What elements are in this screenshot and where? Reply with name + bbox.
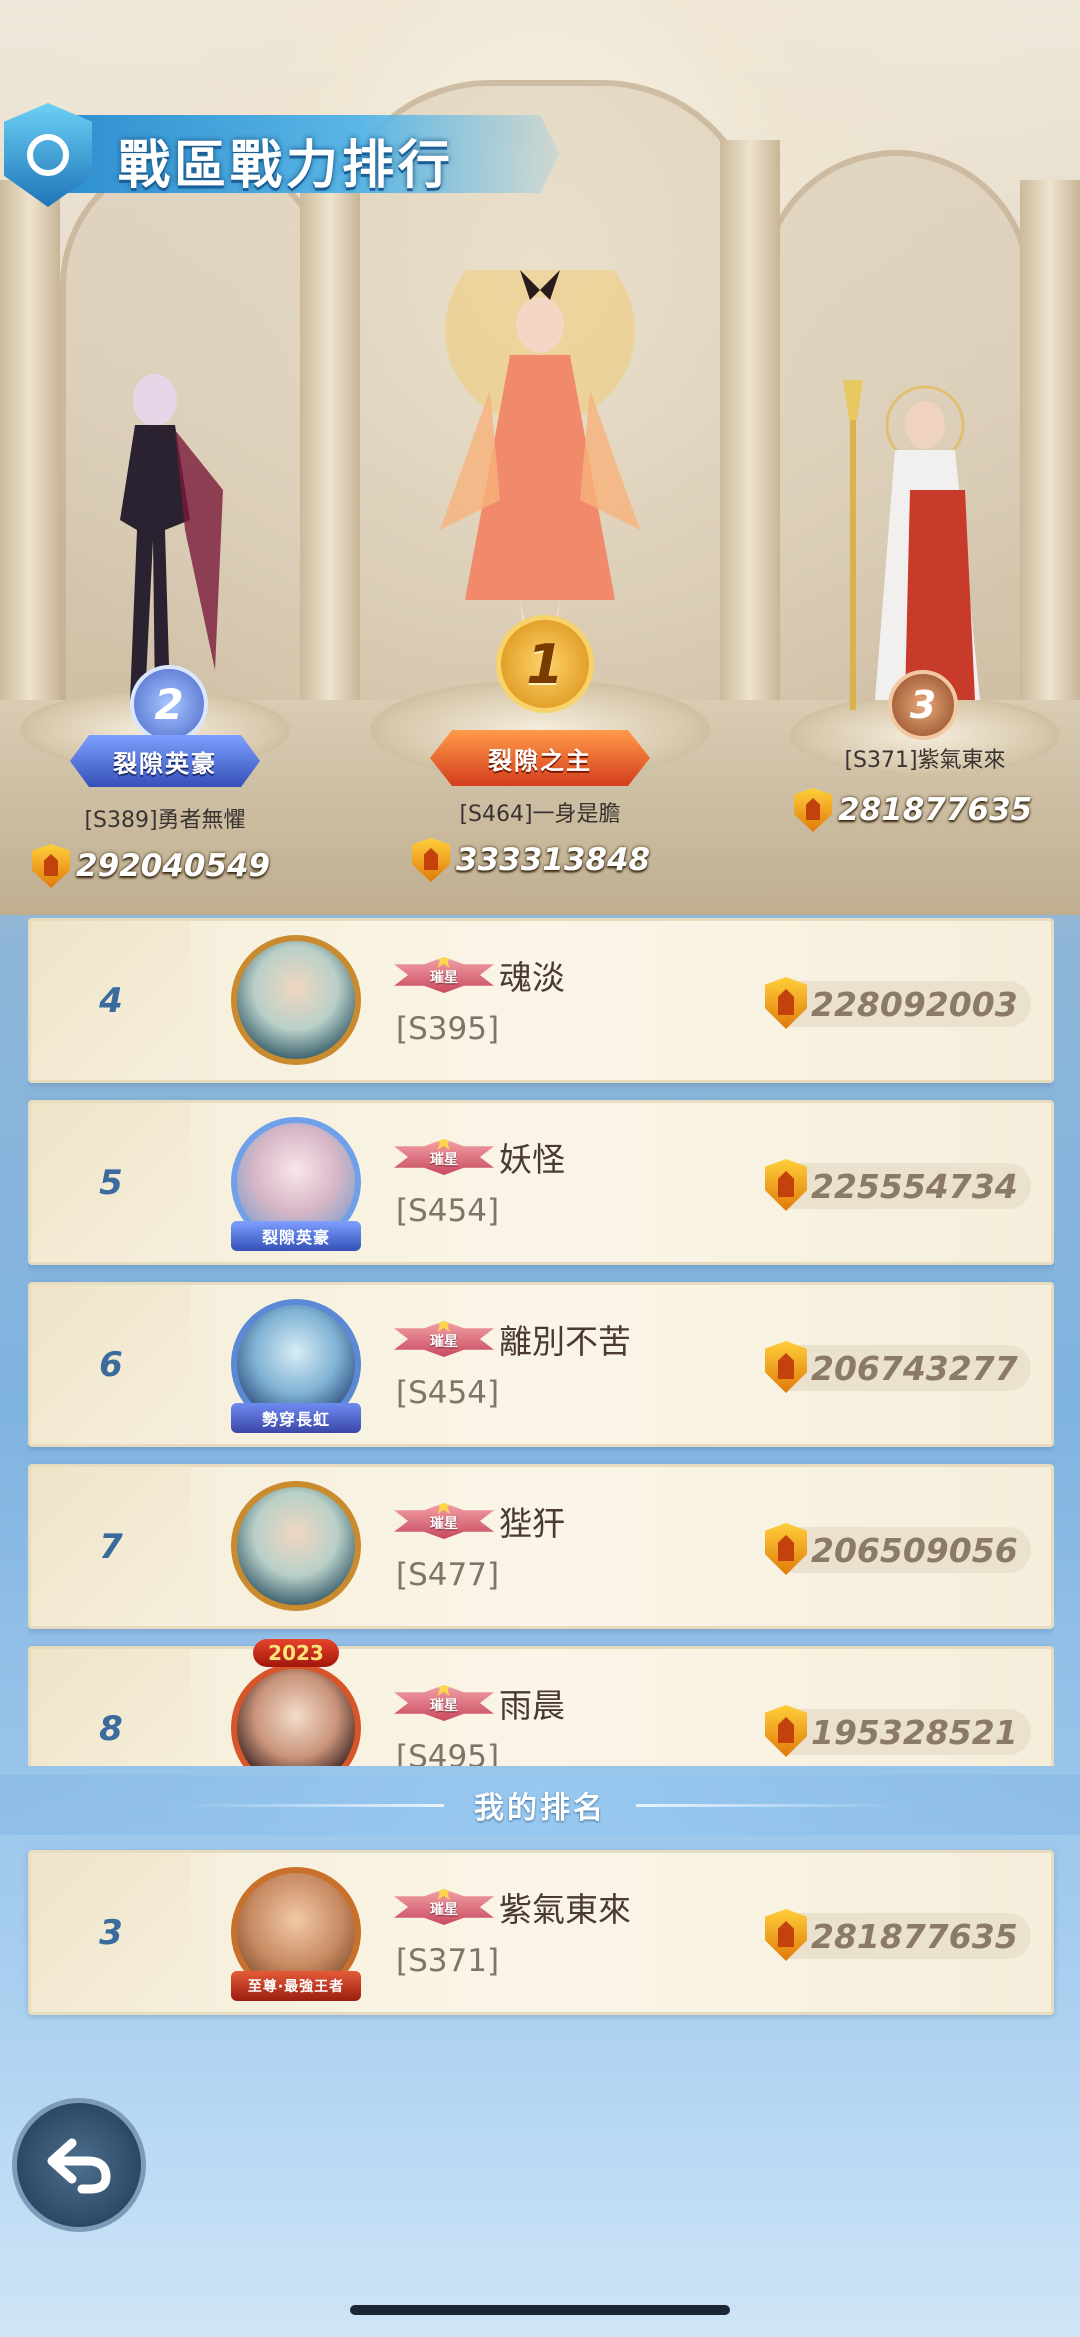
rank-cell: 7 [31, 1467, 191, 1626]
server-tag: [S454] [396, 1375, 500, 1411]
server-tag: [S454] [396, 1193, 500, 1229]
rank-2-badge: 2 [130, 665, 208, 743]
pillar [0, 180, 60, 710]
rank-2-character[interactable] [95, 370, 225, 710]
power-display: 281877635 [765, 1909, 1031, 1961]
my-rank-row[interactable]: 3 至尊·最強王者 璀星 紫氣東來 [S371] 281877635 [28, 1850, 1054, 2015]
page-title: 戰區戰力排行 [118, 136, 455, 196]
power-value: 281877635 [811, 1916, 1018, 1956]
avatar[interactable] [231, 1481, 361, 1611]
rank-1-character[interactable] [430, 270, 650, 670]
rank-number: 8 [99, 1708, 123, 1749]
leaderboard-hall: 1 2 3 裂隙之主 裂隙英豪 [S464]一身是膽 [S389]勇者無懼 [S… [0, 0, 1080, 915]
avatar-title-tag: 至尊·最強王者 [231, 1971, 361, 2001]
power-shield-icon [765, 1523, 807, 1575]
power-value: 225554734 [811, 1166, 1018, 1206]
rank-3-name: [S371]紫氣東來 [844, 748, 1006, 773]
rank-number: 5 [99, 1162, 123, 1203]
rank-cell: 8 [31, 1649, 191, 1766]
rank-1-badge: 1 [496, 615, 594, 713]
my-rank-label: 我的排名 [474, 1791, 606, 1826]
year-badge: 2023 [253, 1639, 339, 1667]
home-indicator[interactable] [350, 2305, 730, 2315]
list-item[interactable]: 4 璀星 魂淡 [S395] 228092003 [28, 918, 1054, 1083]
rank-number: 6 [99, 1344, 123, 1385]
avatar-title-tag: 裂隙英豪 [231, 1221, 361, 1251]
rank-cell: 4 [31, 921, 191, 1080]
power-shield-icon [765, 977, 807, 1029]
rank-number: 4 [99, 980, 123, 1021]
avatar[interactable] [231, 1663, 361, 1766]
power-display: 195328521 [765, 1705, 1031, 1757]
rank-3-power-value: 281877635 [838, 792, 1033, 828]
back-arrow-icon [47, 2138, 111, 2194]
rank-2-power: 292040549 [32, 844, 270, 888]
power-value: 228092003 [811, 984, 1018, 1024]
power-shield-icon [765, 1341, 807, 1393]
power-value: 206509056 [811, 1530, 1018, 1570]
power-shield-icon [765, 1705, 807, 1757]
list-item[interactable]: 5 裂隙英豪 璀星 妖怪 [S454] 225554734 [28, 1100, 1054, 1265]
rank-cell: 3 [31, 1853, 191, 2012]
rank-2-title-plate: 裂隙英豪 [70, 735, 260, 787]
power-value: 195328521 [811, 1712, 1018, 1752]
pillar [720, 140, 780, 710]
server-tag: [S395] [396, 1011, 500, 1047]
power-shield-icon [765, 1159, 807, 1211]
power-shield-icon [32, 844, 70, 888]
rank-3-badge: 3 [888, 670, 958, 740]
rank-cell: 6 [31, 1285, 191, 1444]
player-name: 雨晨 [499, 1686, 565, 1725]
player-name: 魂淡 [499, 958, 565, 997]
ranking-list-scroll[interactable]: 4 璀星 魂淡 [S395] 228092003 5 裂隙英豪 璀星 妖怪 [S… [28, 918, 1054, 1766]
avatar-title-tag: 勢穿長虹 [231, 1403, 361, 1433]
star-rank-icon: 璀星 [394, 1503, 494, 1539]
rank-1-title-plate: 裂隙之主 [430, 730, 650, 786]
power-display: 225554734 [765, 1159, 1031, 1211]
star-rank-icon: 璀星 [394, 1685, 494, 1721]
rank-number: 3 [99, 1912, 123, 1953]
server-tag: [S495] [396, 1739, 500, 1766]
power-value: 206743277 [811, 1348, 1018, 1388]
rank-2-power-value: 292040549 [76, 848, 271, 884]
player-name: 離別不苦 [499, 1322, 631, 1361]
title-banner: 戰區戰力排行 [0, 103, 580, 207]
my-rank-divider: 我的排名 [0, 1775, 1080, 1835]
rank-3-power: 281877635 [794, 788, 1032, 832]
player-name: 紫氣東來 [499, 1890, 631, 1929]
power-shield-icon [412, 838, 450, 882]
avatar[interactable] [231, 935, 361, 1065]
rank-1-power-value: 333313848 [456, 842, 651, 878]
star-rank-icon: 璀星 [394, 1889, 494, 1925]
list-item[interactable]: 8 2023 璀星 雨晨 [S495] 195328521 [28, 1639, 1054, 1766]
server-tag: [S371] [396, 1943, 500, 1979]
star-rank-icon: 璀星 [394, 1321, 494, 1357]
player-name: 狴犴 [499, 1504, 565, 1543]
rank-2-name: [S389]勇者無懼 [84, 808, 246, 833]
rank-number: 7 [99, 1526, 123, 1567]
rank-3-character[interactable] [835, 380, 985, 710]
pillar [300, 140, 360, 710]
power-display: 228092003 [765, 977, 1031, 1029]
divider-line [184, 1803, 444, 1807]
rank-1-power: 333313848 [412, 838, 650, 882]
divider-line [636, 1803, 896, 1807]
power-display: 206509056 [765, 1523, 1031, 1575]
power-display: 206743277 [765, 1341, 1031, 1393]
back-button[interactable] [12, 2098, 146, 2232]
star-rank-icon: 璀星 [394, 1139, 494, 1175]
power-shield-icon [765, 1909, 807, 1961]
star-rank-icon: 璀星 [394, 957, 494, 993]
rank-1-name: [S464]一身是膽 [459, 802, 621, 827]
pillar [1020, 180, 1080, 710]
server-tag: [S477] [396, 1557, 500, 1593]
list-item[interactable]: 6 勢穿長虹 璀星 離別不苦 [S454] 206743277 [28, 1282, 1054, 1447]
player-name: 妖怪 [499, 1140, 565, 1179]
power-shield-icon [794, 788, 832, 832]
list-item[interactable]: 7 璀星 狴犴 [S477] 206509056 [28, 1464, 1054, 1629]
rank-cell: 5 [31, 1103, 191, 1262]
